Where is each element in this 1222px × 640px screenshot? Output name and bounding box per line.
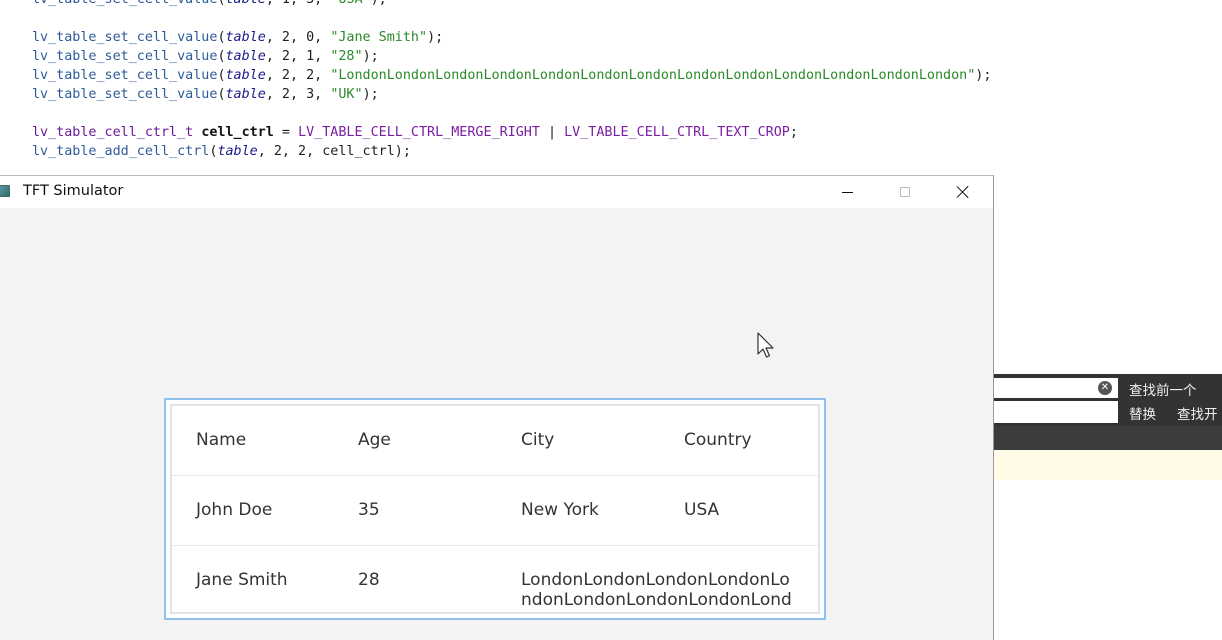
- close-button[interactable]: [934, 176, 992, 208]
- replace-input[interactable]: [994, 401, 1118, 423]
- table-row: John Doe 35 New York USA: [172, 476, 818, 546]
- find-previous-button[interactable]: 查找前一个: [1129, 379, 1197, 399]
- code-line[interactable]: lv_table_set_cell_value(table, 2, 0, "Ja…: [32, 28, 991, 47]
- table-header-row: Name Age City Country: [172, 406, 818, 476]
- table-cell[interactable]: New York: [521, 500, 599, 520]
- mouse-cursor-icon: [757, 332, 774, 358]
- minimize-icon: [841, 191, 853, 193]
- maximize-button[interactable]: [876, 176, 934, 208]
- code-line[interactable]: lv_table_set_cell_value(table, 2, 3, "UK…: [32, 85, 991, 104]
- header-country[interactable]: Country: [684, 430, 752, 450]
- code-line[interactable]: lv_table_set_cell_value(table, 2, 1, "28…: [32, 47, 991, 66]
- code-line[interactable]: [32, 104, 991, 123]
- merged-city-cell[interactable]: LondonLondonLondonLondonLondonLondonLond…: [521, 570, 793, 612]
- code-line[interactable]: lv_table_cell_ctrl_t cell_ctrl = LV_TABL…: [32, 123, 991, 142]
- window-titlebar[interactable]: TFT Simulator: [0, 176, 993, 208]
- code-line[interactable]: lv_table_set_cell_value(table, 2, 2, "Lo…: [32, 66, 991, 85]
- clear-search-icon[interactable]: ✕: [1098, 381, 1112, 395]
- close-icon: [956, 185, 970, 199]
- code-line[interactable]: [32, 9, 991, 28]
- window-title: TFT Simulator: [23, 183, 124, 199]
- find-replace-panel: ✕ 查找前一个 替换 查找开: [994, 374, 1222, 426]
- table-row: Jane Smith 28 LondonLondonLondonLondonLo…: [172, 546, 818, 612]
- table-cell[interactable]: John Doe: [196, 500, 272, 520]
- code-text[interactable]: lv_table_set_cell_value(table, 1, 3, "US…: [32, 0, 991, 161]
- table-cell[interactable]: 35: [358, 500, 380, 520]
- table-cell[interactable]: USA: [684, 500, 719, 520]
- table-cell[interactable]: 28: [358, 570, 380, 590]
- replace-button[interactable]: 替换: [1129, 403, 1156, 423]
- app-icon: [0, 185, 10, 197]
- find-start-button[interactable]: 查找开: [1177, 403, 1218, 423]
- header-city[interactable]: City: [521, 430, 554, 450]
- table-cell[interactable]: Jane Smith: [196, 570, 288, 590]
- panel-divider: [994, 426, 1222, 450]
- lv-table-focus-outline[interactable]: Name Age City Country John Doe 35 New Yo…: [164, 398, 826, 620]
- lv-table[interactable]: Name Age City Country John Doe 35 New Yo…: [170, 404, 820, 614]
- minimize-button[interactable]: [818, 176, 876, 208]
- header-age[interactable]: Age: [358, 430, 391, 450]
- maximize-icon: [900, 187, 910, 197]
- highlighted-line: [994, 450, 1222, 480]
- header-name[interactable]: Name: [196, 430, 246, 450]
- code-line[interactable]: lv_table_add_cell_ctrl(table, 2, 2, cell…: [32, 142, 991, 161]
- code-line[interactable]: lv_table_set_cell_value(table, 1, 3, "US…: [32, 0, 991, 9]
- tft-simulator-window: TFT Simulator Name Age City Country John…: [0, 175, 994, 640]
